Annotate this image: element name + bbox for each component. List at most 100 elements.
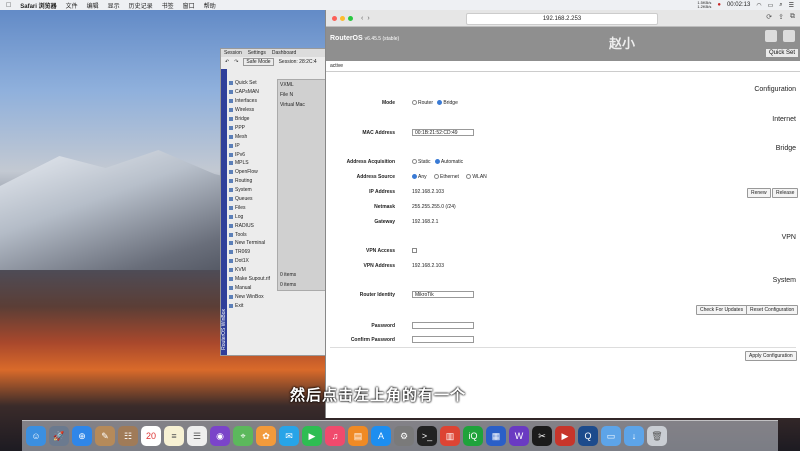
undo-icon[interactable]: ↶ bbox=[225, 59, 229, 65]
forward-button[interactable]: › bbox=[367, 15, 369, 22]
winbox-menu-settings[interactable]: Settings bbox=[248, 50, 266, 56]
netmask-row: Netmask 255.255.255.0 (/24) bbox=[326, 202, 800, 212]
apple-icon[interactable]:  bbox=[6, 2, 11, 9]
search-icon[interactable]: ⌕ bbox=[779, 2, 782, 9]
wlan-radio[interactable] bbox=[466, 174, 472, 180]
winbox-menu-session[interactable]: Session bbox=[224, 50, 242, 56]
quick-set-tab[interactable]: Quick Set bbox=[765, 49, 798, 57]
menu-item-history[interactable]: 历史记录 bbox=[129, 1, 153, 10]
winbox-item-label: Log bbox=[235, 213, 244, 220]
record-icon[interactable]: ● bbox=[717, 2, 721, 8]
finder-icon[interactable]: ☺ bbox=[26, 426, 46, 446]
ethernet-radio[interactable] bbox=[434, 174, 440, 180]
reminders-icon[interactable]: ≡ bbox=[164, 426, 184, 446]
battery-icon[interactable]: ▭ bbox=[768, 2, 774, 9]
winbox-item-label: TR069 bbox=[235, 249, 251, 256]
mac-input[interactable]: 00:1B:21:52:CD:49 bbox=[412, 129, 474, 136]
winbox-item[interactable]: Exit bbox=[229, 301, 289, 310]
photos-icon[interactable]: ✿ bbox=[256, 426, 276, 446]
folder-icon[interactable]: ▭ bbox=[601, 426, 621, 446]
minimize-icon[interactable] bbox=[340, 15, 345, 21]
panel-item[interactable]: VXML bbox=[278, 80, 330, 90]
confirm-password-input[interactable] bbox=[412, 336, 474, 343]
static-radio[interactable] bbox=[412, 159, 417, 165]
share-icon[interactable]: ⇪ bbox=[778, 13, 784, 21]
facetime-icon[interactable]: ▶ bbox=[302, 426, 322, 446]
appstore-icon[interactable]: A bbox=[371, 426, 391, 446]
automatic-radio[interactable] bbox=[434, 159, 440, 165]
redo-icon[interactable]: ↷ bbox=[234, 59, 238, 65]
bridge-icon bbox=[229, 117, 233, 121]
safari-icon[interactable]: ⊕ bbox=[72, 426, 92, 446]
quicktime-icon[interactable]: Q bbox=[578, 426, 598, 446]
safe-mode-button[interactable]: Safe Mode bbox=[243, 58, 274, 66]
video-icon[interactable]: ▶ bbox=[555, 426, 575, 446]
menu-item-help[interactable]: 帮助 bbox=[204, 1, 216, 10]
any-label: Any bbox=[418, 174, 427, 180]
control-center-icon[interactable]: ☰ bbox=[789, 2, 794, 9]
winbox-item-label: CAPsMAN bbox=[235, 89, 259, 96]
word-icon[interactable]: W bbox=[509, 426, 529, 446]
winbox-icon[interactable]: ▥ bbox=[440, 426, 460, 446]
mode-router-radio[interactable] bbox=[412, 100, 417, 106]
winbox-item[interactable]: New WinBox bbox=[229, 292, 289, 301]
system-icon bbox=[229, 188, 233, 193]
winbox-menu-dashboard[interactable]: Dashboard bbox=[272, 50, 296, 56]
reset-configuration-button[interactable]: Reset Configuration bbox=[746, 305, 799, 315]
back-button[interactable]: ‹ bbox=[361, 15, 363, 22]
calendar-icon[interactable]: 20 bbox=[141, 426, 161, 446]
tabs-icon[interactable]: ⧉ bbox=[790, 13, 795, 21]
release-button[interactable]: Release bbox=[772, 188, 799, 198]
close-icon[interactable] bbox=[332, 15, 337, 21]
vpn-access-checkbox[interactable] bbox=[412, 248, 417, 254]
header-button[interactable] bbox=[783, 30, 795, 42]
reload-icon[interactable]: ⟳ bbox=[766, 13, 772, 21]
mode-bridge-radio[interactable] bbox=[437, 100, 443, 106]
kvm-icon bbox=[229, 268, 233, 273]
music-icon[interactable]: ♫ bbox=[325, 426, 345, 446]
wifi-icon[interactable]: ◠ bbox=[756, 2, 761, 9]
routeros-title: RouterOS v6.45.5 (stable) bbox=[330, 35, 399, 42]
menu-item-file[interactable]: 文件 bbox=[66, 1, 78, 10]
finalcut-icon[interactable]: ✂ bbox=[532, 426, 552, 446]
winbox-item-label: New Terminal bbox=[235, 240, 266, 247]
menu-item-view[interactable]: 显示 bbox=[108, 1, 120, 10]
header-buttons bbox=[765, 30, 795, 42]
contacts-icon[interactable]: ☷ bbox=[118, 426, 138, 446]
books-icon[interactable]: ▤ bbox=[348, 426, 368, 446]
net-speed: 1.5KB/s 1.2KB/s bbox=[697, 1, 711, 9]
maps-icon[interactable]: ⌖ bbox=[233, 426, 253, 446]
check-updates-button[interactable]: Check For Updates bbox=[696, 305, 748, 315]
zoom-icon[interactable] bbox=[348, 15, 353, 21]
downloads-icon[interactable]: ↓ bbox=[624, 426, 644, 446]
menu-item-window[interactable]: 窗口 bbox=[183, 1, 195, 10]
addr-acq-label: Address Acquisition bbox=[346, 159, 395, 165]
iqiyi-icon[interactable]: iQ bbox=[463, 426, 483, 446]
dot1x-icon bbox=[229, 259, 233, 264]
identity-input[interactable]: MikroTik bbox=[412, 291, 474, 298]
apply-configuration-button[interactable]: Apply Configuration bbox=[745, 351, 797, 361]
menu-item-safari[interactable]: Safari 浏览器 bbox=[20, 1, 56, 10]
vpn-address-label: VPN Address bbox=[363, 263, 396, 269]
gateway-row: Gateway 192.168.2.1 bbox=[326, 217, 800, 227]
siri-icon[interactable]: ◉ bbox=[210, 426, 230, 446]
launchpad-icon[interactable]: 🚀 bbox=[49, 426, 69, 446]
powerpoint-icon[interactable]: ▦ bbox=[486, 426, 506, 446]
interfaces-icon bbox=[229, 99, 233, 104]
menu-item-edit[interactable]: 编辑 bbox=[87, 1, 99, 10]
any-radio[interactable] bbox=[412, 174, 417, 180]
terminal-icon[interactable]: >_ bbox=[417, 426, 437, 446]
gateway-label: Gateway bbox=[374, 219, 395, 225]
messages-icon[interactable]: ✉ bbox=[279, 426, 299, 446]
notes-icon[interactable]: ✎ bbox=[95, 426, 115, 446]
password-input[interactable] bbox=[412, 322, 474, 329]
addr-src-label: Address Source bbox=[356, 174, 395, 180]
address-bar[interactable]: 192.168.2.253 bbox=[466, 13, 658, 25]
renew-button[interactable]: Renew bbox=[747, 188, 771, 198]
settings-icon[interactable]: ⚙ bbox=[394, 426, 414, 446]
stickies-icon[interactable]: ☰ bbox=[187, 426, 207, 446]
netmask-value: 255.255.255.0 (/24) bbox=[412, 204, 456, 210]
header-button[interactable] bbox=[765, 30, 777, 42]
trash-icon[interactable]: 🗑 bbox=[647, 426, 667, 446]
menu-item-bookmarks[interactable]: 书签 bbox=[162, 1, 174, 10]
